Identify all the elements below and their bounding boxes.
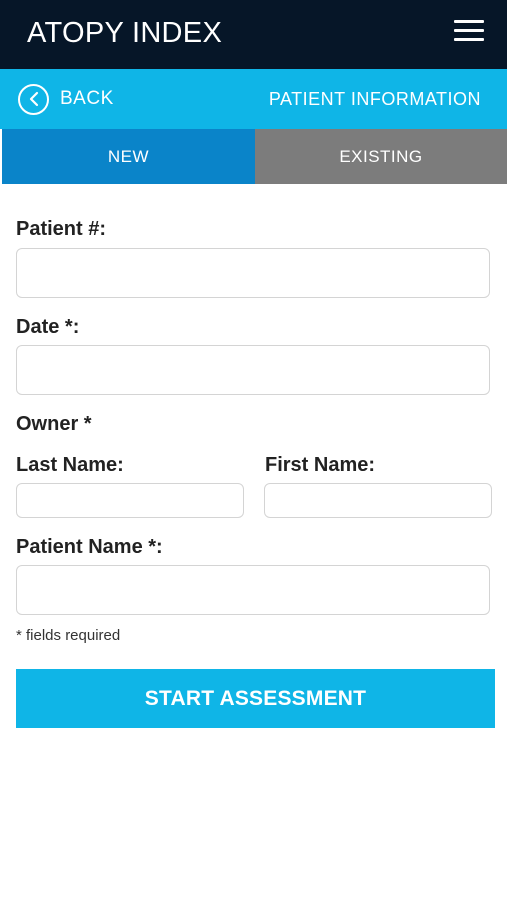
- tab-existing[interactable]: EXISTING: [255, 129, 507, 184]
- menu-line: [454, 20, 484, 23]
- last-name-input[interactable]: [16, 483, 244, 518]
- required-fields-note: * fields required: [16, 627, 121, 644]
- back-label: BACK: [60, 88, 114, 109]
- patient-name-input[interactable]: [16, 565, 490, 615]
- last-name-label: Last Name:: [16, 454, 124, 476]
- section-title: PATIENT INFORMATION: [268, 89, 481, 109]
- first-name-label: First Name:: [265, 454, 376, 476]
- owner-label: Owner *: [16, 413, 92, 435]
- patient-number-input[interactable]: [16, 248, 490, 298]
- hamburger-menu-icon[interactable]: [452, 18, 488, 44]
- sub-header: BACK PATIENT INFORMATION: [0, 69, 507, 129]
- menu-line: [454, 29, 484, 32]
- app-title: ATOPY INDEX: [27, 17, 223, 49]
- start-assessment-button[interactable]: START ASSESSMENT: [16, 669, 495, 728]
- first-name-input[interactable]: [264, 483, 492, 518]
- date-label: Date *:: [16, 316, 80, 338]
- patient-number-label: Patient #:: [16, 218, 107, 240]
- menu-line: [454, 38, 484, 41]
- patient-name-label: Patient Name *:: [16, 536, 163, 558]
- back-button[interactable]: BACK: [18, 83, 114, 115]
- chevron-left-circle-icon: [18, 83, 49, 115]
- date-input[interactable]: [16, 345, 490, 395]
- patient-tabs: NEW EXISTING: [0, 129, 507, 184]
- app-header: ATOPY INDEX: [0, 0, 507, 69]
- tab-new[interactable]: NEW: [0, 129, 255, 184]
